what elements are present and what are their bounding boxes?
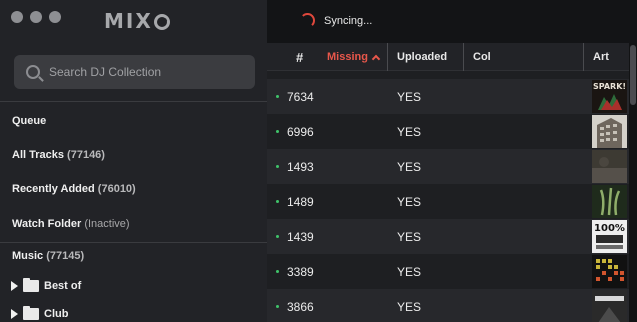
uploaded-value: YES: [397, 90, 422, 104]
folder-label: Club: [44, 308, 69, 320]
status-dot: [276, 95, 279, 98]
album-art: [592, 150, 627, 183]
status-dot: [276, 200, 279, 203]
folder-label: Best of: [44, 280, 82, 292]
table-row[interactable]: 3389 YES: [267, 254, 637, 289]
sidebar-item-all-tracks[interactable]: All Tracks (77146): [12, 149, 105, 161]
window-controls: [11, 11, 61, 23]
track-count: (77145): [46, 250, 85, 262]
sidebar-item-label: Queue: [12, 115, 47, 127]
expand-arrow-icon[interactable]: [11, 281, 18, 291]
column-label: Art: [593, 51, 609, 63]
app-logo: MIX: [104, 9, 170, 33]
column-header-art[interactable]: Art: [583, 43, 629, 71]
table-row[interactable]: 1439 YES 100%: [267, 219, 637, 254]
divider: [0, 101, 267, 102]
column-label: Uploaded: [397, 51, 448, 63]
track-number: 6996: [287, 125, 314, 139]
sort-ascending-icon: [371, 54, 381, 63]
column-label: Missing: [327, 51, 368, 63]
table-row[interactable]: 7634 YES SPARK!: [267, 79, 637, 114]
sidebar-item-queue[interactable]: Queue: [12, 115, 46, 127]
sidebar-item-music[interactable]: Music (77145): [12, 250, 84, 262]
album-art: [592, 115, 627, 148]
zoom-window-button[interactable]: [49, 11, 61, 23]
sidebar-item-label: Recently Added: [12, 183, 95, 195]
divider: [0, 242, 267, 243]
search-input[interactable]: [49, 65, 239, 79]
album-art: 100%: [592, 220, 627, 253]
album-art: [592, 185, 627, 218]
table-row[interactable]: 1489 YES: [267, 184, 637, 219]
status-bar: Syncing...: [267, 0, 637, 43]
uploaded-value: YES: [397, 300, 422, 314]
column-header-missing[interactable]: Missing: [327, 43, 387, 71]
expand-arrow-icon[interactable]: [11, 309, 18, 319]
column-header-col[interactable]: Col: [463, 43, 583, 71]
album-art: [592, 290, 627, 322]
scrollbar-thumb[interactable]: [630, 45, 636, 105]
table-row[interactable]: 6996 YES: [267, 114, 637, 149]
folder-icon: [23, 306, 39, 320]
uploaded-value: YES: [397, 125, 422, 139]
track-number: 1439: [287, 230, 314, 244]
svg-text:SPARK!: SPARK!: [593, 82, 626, 91]
status-dot: [276, 270, 279, 273]
track-count: (77146): [67, 149, 105, 161]
search-box[interactable]: [14, 55, 255, 89]
table-scrollbar[interactable]: [629, 43, 637, 322]
sidebar-item-label: Music: [12, 250, 44, 262]
logo-disc-icon: [153, 14, 170, 30]
sidebar: MIX Queue All Tracks (77146) Recently Ad…: [0, 0, 267, 322]
table-header: # Missing Uploaded Col Art: [267, 43, 637, 71]
table-row[interactable]: 1493 YES: [267, 149, 637, 184]
main-panel: Syncing... # Missing Uploaded Col Art 76…: [267, 0, 637, 322]
track-number: 3389: [287, 265, 314, 279]
uploaded-value: YES: [397, 195, 422, 209]
sync-status: Syncing...: [324, 15, 373, 27]
column-header-uploaded[interactable]: Uploaded: [387, 43, 469, 71]
track-number: 7634: [287, 90, 314, 104]
sync-spinner-icon: [300, 13, 315, 28]
svg-text:100%: 100%: [594, 223, 625, 234]
status-dot: [276, 235, 279, 238]
status-dot: [276, 165, 279, 168]
column-label: Col: [473, 51, 491, 63]
status-dot: [276, 305, 279, 308]
sidebar-item-recently-added[interactable]: Recently Added (76010): [12, 183, 136, 195]
uploaded-value: YES: [397, 160, 422, 174]
close-window-button[interactable]: [11, 11, 23, 23]
track-number: 1493: [287, 160, 314, 174]
album-art: [592, 255, 627, 288]
uploaded-value: YES: [397, 230, 422, 244]
sidebar-folder-club[interactable]: Club: [11, 306, 69, 320]
status-dot: [276, 130, 279, 133]
album-art: SPARK!: [592, 80, 627, 113]
watch-folder-status: (Inactive): [84, 218, 130, 230]
track-count: (76010): [97, 183, 136, 195]
track-number: 1489: [287, 195, 314, 209]
search-icon: [26, 65, 40, 79]
folder-icon: [23, 278, 39, 292]
column-label: #: [296, 49, 304, 65]
uploaded-value: YES: [397, 265, 422, 279]
sidebar-folder-best-of[interactable]: Best of: [11, 278, 82, 292]
minimize-window-button[interactable]: [30, 11, 42, 23]
table-row[interactable]: 3866 YES: [267, 289, 637, 322]
sidebar-item-label: All Tracks: [12, 149, 64, 161]
sidebar-item-label: Watch Folder: [12, 218, 82, 230]
sidebar-item-watch-folder[interactable]: Watch Folder (Inactive): [12, 218, 130, 230]
column-header-number[interactable]: #: [296, 43, 316, 71]
track-number: 3866: [287, 300, 314, 314]
